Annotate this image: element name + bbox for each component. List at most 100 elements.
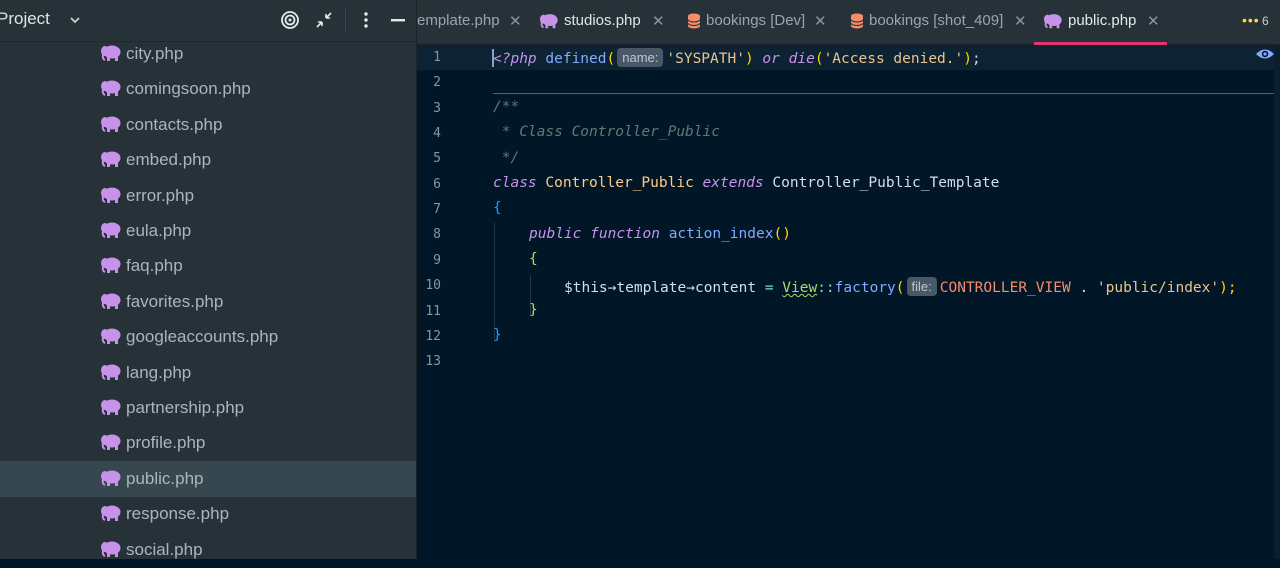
close-icon[interactable]: ✕: [814, 12, 827, 30]
file-tree-item[interactable]: comingsoon.php: [0, 71, 416, 107]
php-elephant-icon: [539, 14, 558, 29]
token: 'SYSPATH': [666, 51, 745, 67]
file-name: eula.php: [126, 221, 192, 240]
chevron-down-icon[interactable]: [68, 13, 82, 27]
file-tree-item[interactable]: partnership.php: [0, 390, 416, 426]
file-tree-item[interactable]: faq.php: [0, 248, 416, 284]
token: (): [773, 226, 791, 242]
file-tree-item[interactable]: social.php: [0, 532, 416, 568]
token: 'Access denied.': [823, 51, 964, 67]
file-name: googleaccounts.php: [126, 327, 279, 347]
line-number: 7: [433, 202, 441, 218]
line-number: 3: [433, 100, 441, 116]
token: →: [686, 280, 695, 296]
php-elephant-icon: [101, 328, 121, 345]
code-line-1[interactable]: <?php defined(name: 'SYSPATH') or die('Ac…: [493, 48, 981, 67]
close-icon[interactable]: ✕: [1014, 12, 1027, 30]
token: CONTROLLER_VIEW: [939, 280, 1071, 296]
php-elephant-icon: [101, 399, 121, 415]
line-number: 2: [433, 75, 441, 91]
token: View: [782, 280, 818, 296]
token: Controller_Public_Template: [772, 175, 1000, 191]
line-number: 8: [433, 227, 441, 243]
php-elephant-icon: [101, 434, 121, 451]
code-line-9[interactable]: {: [529, 251, 538, 267]
tab-studios-php[interactable]: studios.php ✕: [539, 0, 675, 44]
file-tree-item[interactable]: googleaccounts.php: [0, 319, 416, 355]
file-name: faq.php: [126, 256, 183, 276]
file-tree-item[interactable]: lang.php: [0, 355, 416, 391]
target-icon[interactable]: [280, 10, 300, 30]
database-icon: [850, 13, 864, 29]
token: <?php: [493, 51, 537, 67]
code-line-5[interactable]: */: [493, 150, 519, 166]
code-line-4[interactable]: * Class Controller_Public: [493, 124, 720, 140]
close-icon[interactable]: ✕: [509, 12, 522, 30]
tab-label: bookings [Dev]: [706, 12, 806, 29]
token: (: [606, 51, 616, 67]
token: (: [814, 51, 824, 67]
code-editor[interactable]: 1 2 3 4 5 6 7 8 9 10 11 12 13 <?php defined(name: 'SY…: [417, 45, 1280, 559]
token: public: [529, 226, 582, 242]
token: .: [1079, 280, 1089, 296]
php-elephant-icon: [101, 470, 121, 486]
project-panel-title[interactable]: Project: [0, 9, 50, 29]
code-line-10[interactable]: $this→template→content = View::factory(f…: [564, 277, 1237, 296]
code-line-3[interactable]: /**: [493, 99, 519, 115]
file-name: contacts.php: [126, 114, 223, 134]
file-tree-item[interactable]: eula.php: [0, 213, 416, 249]
file-name: city.php: [126, 44, 184, 63]
file-tree-item[interactable]: embed.php: [0, 142, 416, 178]
code-line-12[interactable]: }: [493, 327, 502, 343]
file-tree-item[interactable]: favorites.php: [0, 284, 416, 320]
file-tree-item[interactable]: contacts.php: [0, 107, 416, 143]
more-tabs-icon[interactable]: •••: [1242, 12, 1260, 28]
code-line-7[interactable]: {: [493, 200, 502, 216]
tab-template-php[interactable]: emplate.php ✕: [417, 0, 529, 44]
token: (: [895, 280, 905, 296]
project-panel: Project city.php comingsoon.php contacts.p…: [0, 0, 417, 559]
file-name: error.php: [126, 185, 195, 205]
php-elephant-icon: [101, 222, 121, 238]
code-line-6[interactable]: class Controller_Public extends Controll…: [493, 175, 999, 191]
php-elephant-icon: [101, 151, 121, 168]
token: function: [590, 226, 660, 242]
file-tree-item[interactable]: error.php: [0, 178, 416, 214]
token: Controller_Public: [545, 175, 694, 191]
more-vertical-icon[interactable]: [356, 10, 376, 30]
collapse-icon[interactable]: [314, 10, 334, 30]
php-elephant-icon: [101, 293, 121, 309]
tab-bookings-dev[interactable]: bookings [Dev] ✕: [684, 0, 836, 44]
token: defined: [545, 51, 607, 67]
tab-bookings-shot-409[interactable]: bookings [shot_409] ✕: [847, 0, 1035, 44]
file-tree-item[interactable]: city.php: [0, 36, 416, 72]
line-number: 4: [433, 126, 441, 142]
token: content: [694, 280, 757, 296]
token: extends: [702, 175, 764, 191]
tab-public-php[interactable]: public.php ✕: [1034, 0, 1167, 45]
close-icon[interactable]: ✕: [652, 12, 665, 30]
line-number: 10: [425, 278, 441, 294]
hidden-tabs-count[interactable]: 6: [1262, 14, 1269, 28]
file-tree-item[interactable]: public.php: [0, 460, 416, 497]
file-name: comingsoon.php: [126, 79, 251, 99]
file-name: embed.php: [126, 150, 212, 170]
php-elephant-icon: [101, 364, 121, 380]
php-elephant-icon: [101, 505, 121, 522]
hide-panel-icon[interactable]: [389, 10, 409, 30]
eye-icon[interactable]: [1255, 45, 1275, 63]
token: ::: [817, 280, 835, 296]
php-elephant-icon: [101, 187, 121, 203]
code-line-8[interactable]: public function action_index(): [529, 226, 791, 242]
editor-scrollbar[interactable]: [1274, 45, 1280, 559]
code-line-11[interactable]: }: [529, 302, 538, 318]
file-name: lang.php: [126, 362, 192, 382]
file-tree-item[interactable]: profile.php: [0, 425, 416, 461]
php-elephant-icon: [101, 45, 121, 61]
file-tree-item[interactable]: response.php: [0, 496, 416, 532]
php-elephant-icon: [101, 116, 121, 132]
file-name: partnership.php: [126, 398, 245, 417]
close-icon[interactable]: ✕: [1147, 12, 1160, 30]
token: class: [493, 175, 537, 191]
php-elephant-icon: [101, 541, 121, 557]
